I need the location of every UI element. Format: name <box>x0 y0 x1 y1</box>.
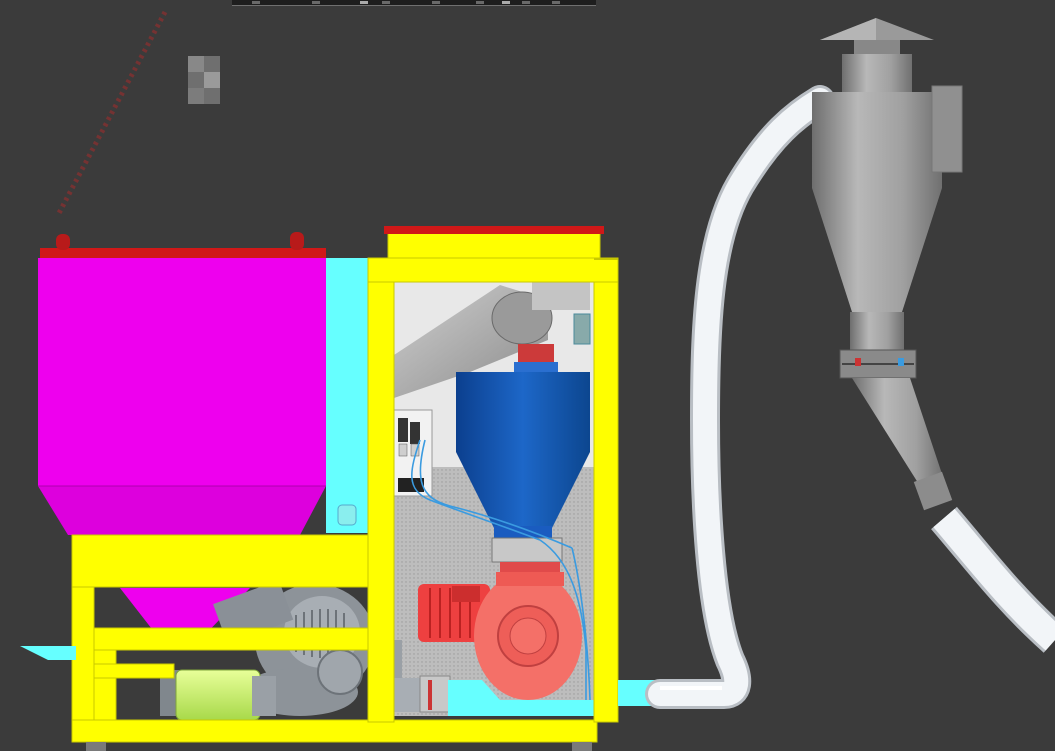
rotary-valve <box>491 537 563 576</box>
machine-scene <box>20 10 1055 751</box>
cyclone-separator <box>812 18 963 511</box>
cyan-ledge <box>20 646 76 660</box>
cyclone-outlet-hose <box>931 506 1055 653</box>
pixel-thumbnail-icon <box>188 56 220 104</box>
red-dotted-trail <box>55 10 168 217</box>
white-conveying-hose <box>645 85 835 709</box>
cabinet-lid <box>384 226 604 234</box>
hopper-lid <box>40 248 326 258</box>
green-inlet-filter <box>175 669 276 721</box>
cyan-side-panel <box>326 258 370 533</box>
